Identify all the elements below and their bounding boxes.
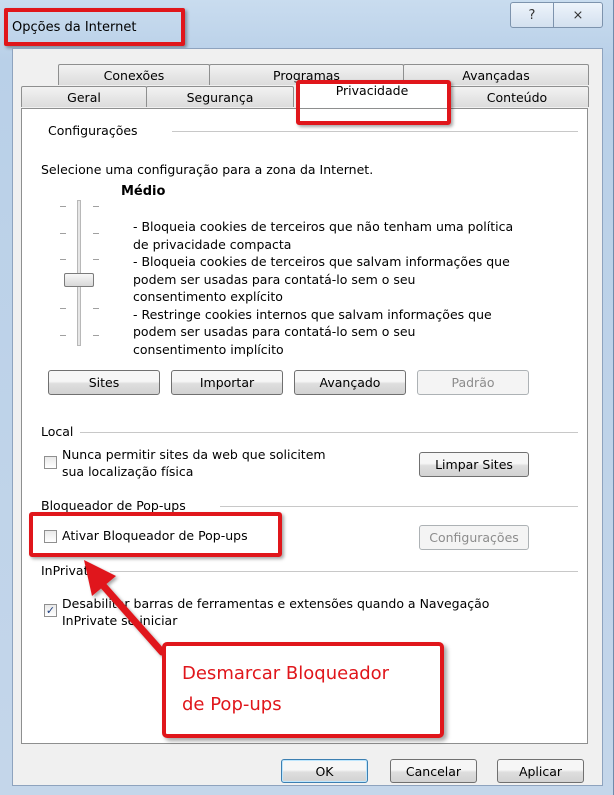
internet-options-window: Opções da Internet ? ⨯ Conexões Programa… (0, 0, 614, 795)
button-label: OK (315, 763, 334, 779)
cancel-button[interactable]: Cancelar (390, 759, 477, 783)
button-label: Cancelar (405, 763, 462, 779)
callout-line: Desmarcar Bloqueador (182, 663, 390, 684)
annotation-callout: Desmarcar Bloqueador de Pop-ups (162, 642, 444, 738)
callout-line: de Pop-ups (182, 694, 282, 715)
button-label: Aplicar (518, 763, 563, 779)
privacy-tab-highlight-box (296, 80, 451, 125)
apply-button[interactable]: Aplicar (497, 759, 584, 783)
ok-button[interactable]: OK (281, 759, 368, 783)
